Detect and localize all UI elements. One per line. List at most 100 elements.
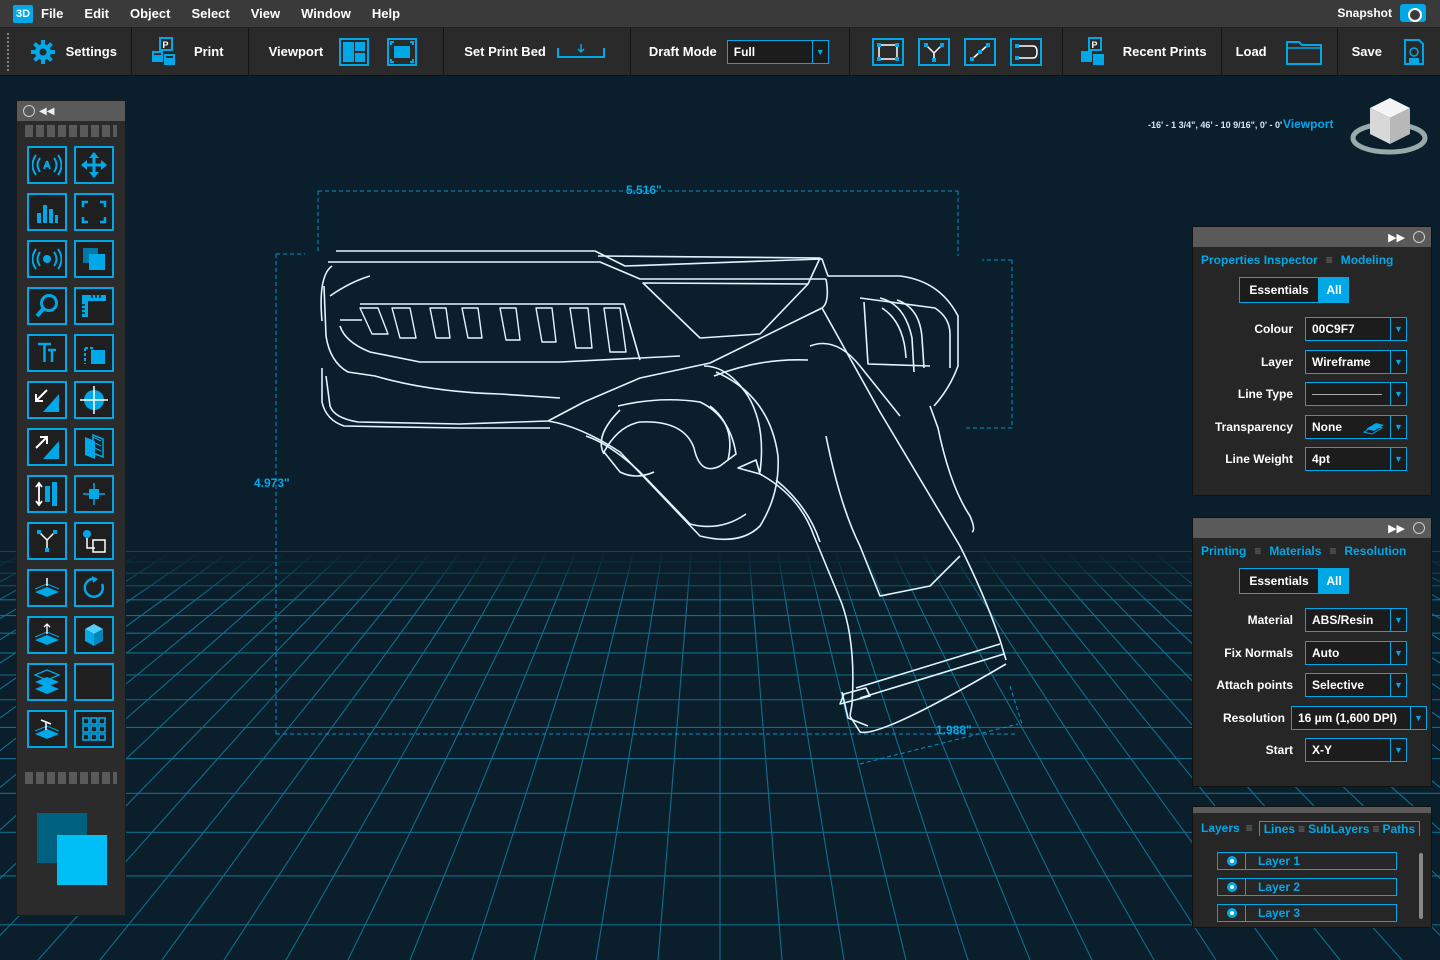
line-type-select[interactable]: ▼: [1305, 382, 1407, 407]
tab-layers[interactable]: Layers: [1201, 821, 1240, 836]
segment-essentials[interactable]: Essentials: [1239, 277, 1319, 303]
transform-tools: [850, 27, 1063, 76]
close-icon[interactable]: [1413, 522, 1425, 534]
tab-modeling[interactable]: Modeling: [1341, 253, 1394, 267]
bounding-box-button[interactable]: [871, 37, 904, 66]
tab-materials[interactable]: Materials: [1269, 544, 1321, 558]
layer-row: Layer Wireframe ▼: [1193, 346, 1431, 379]
snap-point-tool[interactable]: [74, 475, 114, 513]
material-select[interactable]: ABS/Resin ▼: [1305, 608, 1407, 633]
toolbar-grip[interactable]: [6, 31, 10, 72]
ruler-tool[interactable]: [74, 287, 114, 325]
collapse-icon[interactable]: ◀◀: [39, 106, 54, 117]
menu-object[interactable]: Object: [130, 6, 170, 21]
layer-stack-icon: [33, 669, 61, 694]
layer-add-tool[interactable]: [27, 569, 67, 607]
properties-panel-header[interactable]: ▶▶: [1193, 227, 1431, 247]
foreground-color-swatch[interactable]: [57, 835, 107, 885]
tab-properties-inspector[interactable]: Properties Inspector: [1201, 253, 1318, 267]
signal-tool[interactable]: [27, 240, 67, 278]
segment-essentials[interactable]: Essentials: [1239, 568, 1319, 594]
layer-select[interactable]: Wireframe ▼: [1305, 349, 1407, 374]
layer-item[interactable]: Layer 2: [1217, 878, 1397, 896]
close-icon[interactable]: [23, 105, 35, 117]
rotate-tool[interactable]: [74, 569, 114, 607]
scale-down-tool[interactable]: [27, 381, 67, 419]
start-select[interactable]: X-Y ▼: [1305, 738, 1407, 763]
slice-tool[interactable]: [74, 428, 114, 466]
branch-node-button[interactable]: [917, 37, 950, 66]
tab-printing[interactable]: Printing: [1201, 544, 1246, 558]
line-segment-icon: [969, 42, 990, 61]
visibility-icon[interactable]: [1218, 853, 1246, 869]
move-tool[interactable]: [74, 146, 114, 184]
segment-all[interactable]: All: [1319, 277, 1349, 303]
set-print-bed-button[interactable]: Set Print Bed: [444, 27, 631, 76]
start-value: X-Y: [1312, 743, 1333, 758]
fix-normals-select[interactable]: Auto ▼: [1305, 640, 1407, 665]
height-tool[interactable]: [27, 475, 67, 513]
tool-palette-header[interactable]: ◀◀: [17, 101, 125, 121]
viewport-split-button[interactable]: [339, 37, 370, 66]
recent-prints-button[interactable]: P Recent Prints: [1063, 27, 1222, 76]
layer-raise-tool[interactable]: [27, 616, 67, 654]
crosshair-tool[interactable]: [74, 381, 114, 419]
connect-tool[interactable]: [74, 522, 114, 560]
visibility-icon[interactable]: [1218, 879, 1246, 895]
expand-icon[interactable]: ▶▶: [1388, 231, 1405, 244]
menu-window[interactable]: Window: [301, 6, 351, 21]
visibility-icon[interactable]: [1218, 905, 1246, 921]
draft-mode-select[interactable]: Full ▼: [726, 39, 829, 64]
stats-tool[interactable]: [27, 193, 67, 231]
viewport-single-button[interactable]: [387, 37, 418, 66]
resolution-select[interactable]: 16 µm (1,600 DPI) ▼: [1291, 705, 1427, 730]
scale-up-tool[interactable]: [27, 428, 67, 466]
printing-panel-header[interactable]: ▶▶: [1193, 518, 1431, 538]
layer-item[interactable]: Layer 3: [1217, 904, 1397, 922]
menu-select[interactable]: Select: [191, 6, 229, 21]
fit-view-tool[interactable]: [74, 193, 114, 231]
align-tool[interactable]: [74, 334, 114, 372]
menu-help[interactable]: Help: [372, 6, 400, 21]
layer-pin-tool[interactable]: [27, 710, 67, 748]
array-grid-tool[interactable]: [74, 710, 114, 748]
save-button[interactable]: Save: [1338, 28, 1440, 76]
path-connect-button[interactable]: [1009, 37, 1042, 66]
tab-resolution[interactable]: Resolution: [1344, 544, 1406, 558]
essentials-all-toggle[interactable]: Essentials All: [1239, 277, 1431, 303]
settings-button[interactable]: Settings: [20, 27, 132, 76]
close-icon[interactable]: [1413, 231, 1425, 243]
print-button[interactable]: P Print: [132, 27, 249, 76]
load-button[interactable]: Load: [1222, 27, 1338, 76]
view-cube-icon[interactable]: [1350, 94, 1430, 156]
attach-points-select[interactable]: Selective ▼: [1305, 673, 1407, 698]
search-tool[interactable]: [27, 287, 67, 325]
transparency-select[interactable]: None ▼: [1305, 414, 1407, 439]
line-segment-button[interactable]: [963, 37, 996, 66]
cube-tool[interactable]: [74, 616, 114, 654]
layers-scrollbar[interactable]: [1419, 853, 1423, 919]
tab-paths[interactable]: Paths: [1382, 822, 1415, 836]
menu-edit[interactable]: Edit: [84, 6, 109, 21]
empty-tool-slot[interactable]: [74, 663, 114, 701]
tab-lines[interactable]: Lines: [1264, 822, 1295, 836]
layers-stack-tool[interactable]: [74, 240, 114, 278]
segment-all[interactable]: All: [1319, 568, 1349, 594]
toolbar: Settings P Print Viewport Set Print Bed: [0, 27, 1440, 76]
menu-view[interactable]: View: [251, 6, 280, 21]
essentials-all-toggle[interactable]: Essentials All: [1239, 568, 1431, 594]
menu-file[interactable]: File: [41, 6, 63, 21]
snapshot-button[interactable]: Snapshot: [1337, 4, 1426, 22]
resolution-value: 16 µm (1,600 DPI): [1298, 710, 1397, 725]
cube-icon: [85, 624, 103, 646]
layer-item[interactable]: Layer 1: [1217, 852, 1397, 870]
broadcast-tool[interactable]: [27, 146, 67, 184]
node-tool[interactable]: [27, 522, 67, 560]
colour-select[interactable]: 00C9F7 ▼: [1305, 317, 1407, 342]
line-weight-select[interactable]: 4pt ▼: [1305, 447, 1407, 472]
expand-icon[interactable]: ▶▶: [1388, 522, 1405, 535]
tab-sublayers[interactable]: SubLayers: [1308, 822, 1369, 836]
text-tool[interactable]: [27, 334, 67, 372]
colour-label: Colour: [1254, 322, 1293, 337]
stack-layers-tool[interactable]: [27, 663, 67, 701]
